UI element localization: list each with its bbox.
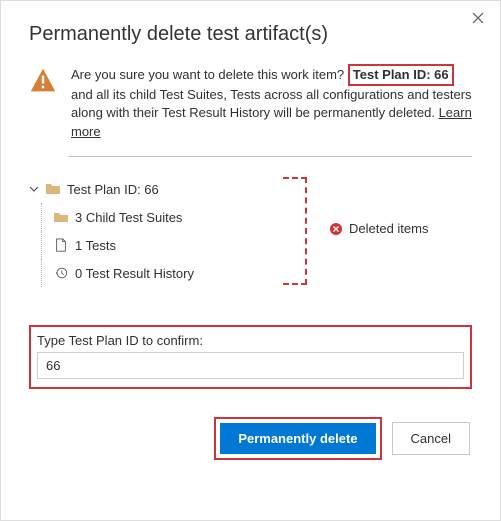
divider bbox=[69, 156, 472, 157]
tree-area: Test Plan ID: 66 3 Child Test Suites 1 T… bbox=[29, 175, 472, 295]
confirm-label: Type Test Plan ID to confirm: bbox=[37, 333, 464, 348]
warning-highlight: Test Plan ID: 66 bbox=[348, 64, 454, 86]
tree-root-label: Test Plan ID: 66 bbox=[67, 182, 159, 197]
warning-icon bbox=[29, 66, 57, 94]
deleted-items-text: Deleted items bbox=[349, 221, 428, 236]
folder-icon bbox=[53, 209, 69, 225]
primary-button-highlight: Permanently delete bbox=[214, 417, 381, 460]
document-icon bbox=[53, 237, 69, 253]
warning-message: Are you sure you want to delete this wor… bbox=[29, 64, 472, 142]
tree-item-label: 0 Test Result History bbox=[75, 266, 194, 281]
deleted-items-label: Deleted items bbox=[329, 221, 428, 236]
dialog-title: Permanently delete test artifact(s) bbox=[29, 23, 472, 46]
tree-item-label: 1 Tests bbox=[75, 238, 116, 253]
chevron-down-icon bbox=[29, 184, 39, 194]
tree-item[interactable]: 0 Test Result History bbox=[29, 259, 472, 287]
confirm-section: Type Test Plan ID to confirm: bbox=[29, 325, 472, 389]
history-icon bbox=[53, 265, 69, 281]
warning-text: Are you sure you want to delete this wor… bbox=[71, 64, 472, 142]
folder-open-icon bbox=[45, 181, 61, 197]
tree-root[interactable]: Test Plan ID: 66 bbox=[29, 175, 472, 203]
confirm-input[interactable] bbox=[37, 352, 464, 379]
delete-artifacts-dialog: Permanently delete test artifact(s) Are … bbox=[1, 1, 500, 480]
warning-suffix: and all its child Test Suites, Tests acr… bbox=[71, 87, 472, 121]
permanently-delete-button[interactable]: Permanently delete bbox=[220, 423, 375, 454]
tree-item-label: 3 Child Test Suites bbox=[75, 210, 182, 225]
close-button[interactable] bbox=[466, 7, 490, 31]
warning-prefix: Are you sure you want to delete this wor… bbox=[71, 67, 344, 82]
dashed-bracket-annotation bbox=[283, 177, 307, 285]
close-icon bbox=[472, 11, 484, 27]
cancel-button[interactable]: Cancel bbox=[392, 422, 470, 455]
dialog-buttons: Permanently delete Cancel bbox=[29, 417, 472, 460]
error-circle-icon bbox=[329, 222, 343, 236]
